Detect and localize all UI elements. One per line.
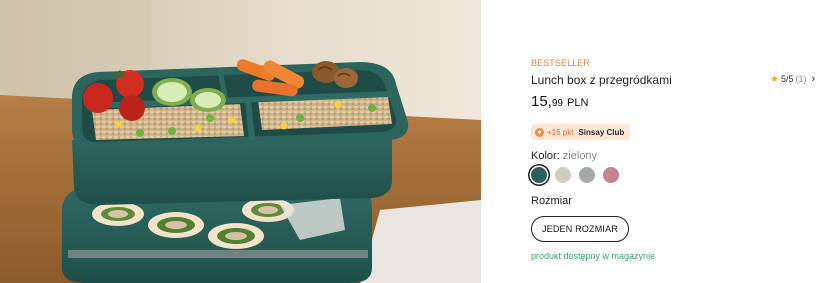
sinsay-club-icon: ● <box>535 127 544 137</box>
chevron-right-icon[interactable]: › <box>811 73 815 85</box>
price-currency: PLN <box>566 97 589 109</box>
product-details: BESTSELLER Lunch box z przegródkami ★ 5/… <box>531 0 828 283</box>
stock-status: produkt dostępny w magazynie <box>531 251 656 261</box>
rating-score: 5/5 <box>780 74 794 84</box>
price-main: 15, <box>531 93 552 110</box>
colour-swatch[interactable] <box>579 167 595 183</box>
size-option-button[interactable]: JEDEN ROZMIAR <box>531 216 629 242</box>
product-title: Lunch box z przegródkami <box>531 73 672 87</box>
price-cents: 99 <box>551 98 563 109</box>
club-name: Sinsay Club <box>578 127 625 137</box>
bestseller-badge: BESTSELLER <box>531 58 591 68</box>
colour-label-row: Kolor: zielony <box>531 150 597 162</box>
colour-swatch[interactable] <box>531 167 547 183</box>
colour-swatches <box>531 167 619 183</box>
sinsay-club-badge: ● +16 pkt Sinsay Club <box>531 124 631 140</box>
star-icon: ★ <box>770 73 779 85</box>
size-label: Rozmiar <box>531 195 572 207</box>
product-price: 15, 99 PLN <box>531 93 588 110</box>
rating-count: (1) <box>795 74 807 84</box>
colour-label: Kolor: <box>531 150 560 162</box>
club-points: +16 pkt <box>547 127 574 137</box>
colour-value: zielony <box>562 150 598 162</box>
rating-summary[interactable]: ★ 5/5 (1) › <box>770 73 815 85</box>
colour-swatch[interactable] <box>603 167 619 183</box>
product-image[interactable] <box>0 0 481 283</box>
colour-swatch[interactable] <box>555 167 571 183</box>
